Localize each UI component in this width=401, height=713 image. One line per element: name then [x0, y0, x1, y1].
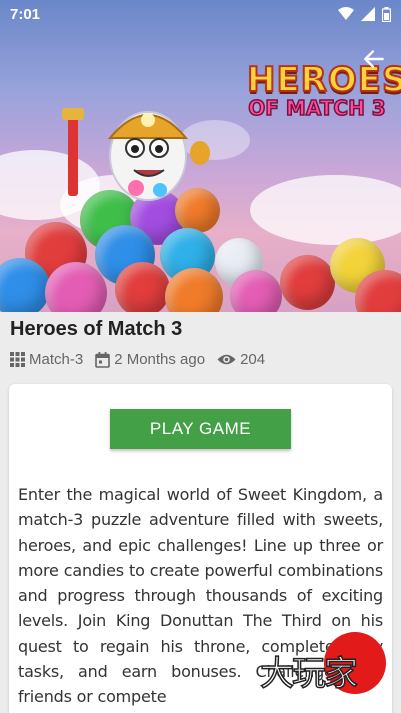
candy-ball — [165, 268, 223, 312]
grid-icon — [10, 352, 25, 367]
signal-icon — [361, 7, 375, 21]
game-header: Heroes of Match 3 Match-3 2 Months ago 2… — [10, 318, 391, 368]
back-arrow-icon[interactable] — [361, 46, 387, 72]
posted-label: 2 Months ago — [114, 351, 206, 368]
calendar-icon — [95, 351, 110, 368]
status-time: 7:01 — [10, 5, 41, 23]
posted-meta: 2 Months ago — [95, 351, 205, 368]
candy-ball — [230, 270, 282, 312]
eye-icon — [217, 354, 236, 365]
status-icons — [338, 6, 391, 22]
game-meta: Match-3 2 Months ago 204 — [10, 351, 391, 368]
category-label: Match-3 — [29, 351, 84, 368]
logo-line2: OF MATCH 3 — [248, 95, 387, 121]
category-meta: Match-3 — [10, 351, 83, 368]
play-game-button[interactable]: PLAY GAME — [110, 409, 291, 449]
views-count: 204 — [240, 351, 266, 368]
egg-hero-character — [62, 108, 210, 201]
battery-icon — [382, 6, 391, 22]
watermark-logo: 大玩家 — [258, 632, 398, 702]
watermark-text: 大玩家 — [259, 653, 359, 695]
views-meta: 204 — [217, 351, 265, 368]
hero-banner: HEROES OF MATCH 3 — [0, 0, 401, 312]
wifi-icon — [338, 7, 354, 20]
status-bar: 7:01 — [0, 0, 401, 28]
cloud — [250, 175, 401, 245]
candy-ball — [280, 255, 335, 310]
candy-ball — [115, 262, 170, 312]
candy-ball — [45, 262, 107, 312]
game-title: Heroes of Match 3 — [10, 318, 183, 340]
